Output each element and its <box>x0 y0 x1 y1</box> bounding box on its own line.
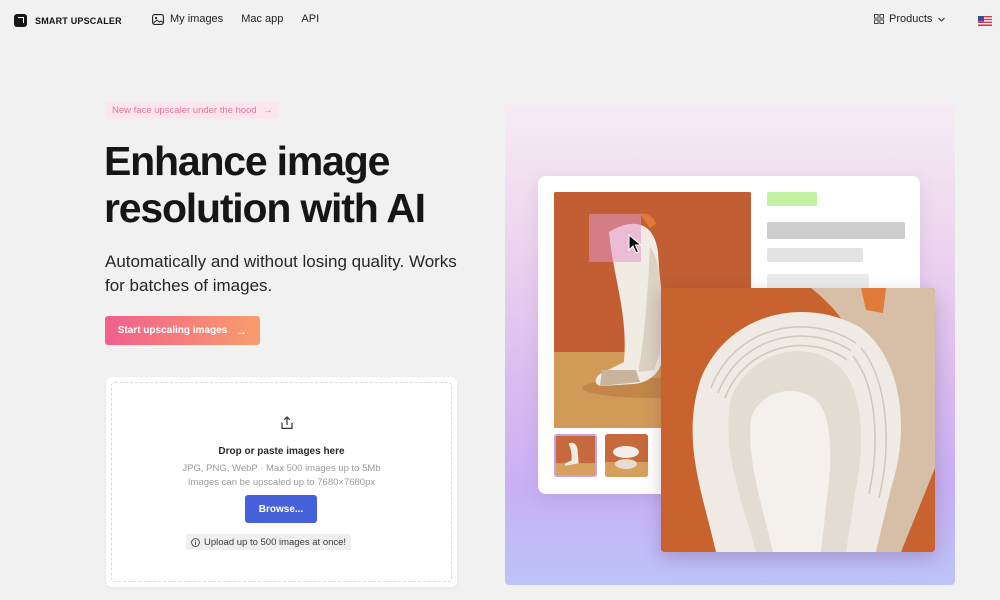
announcement-badge[interactable]: New face upscaler under the hood → <box>106 102 279 119</box>
placeholder-line <box>767 222 905 239</box>
main-nav: My images Mac app API <box>152 13 337 25</box>
cursor-icon <box>628 234 642 254</box>
upload-icon <box>281 416 293 429</box>
us-flag-icon[interactable] <box>978 16 992 26</box>
top-navigation: SMART UPSCALER My images Mac app API Pro… <box>0 0 1000 42</box>
upload-limit-text: Upload up to 500 images at once! <box>204 536 347 548</box>
thumbnail-2[interactable] <box>605 434 648 477</box>
sneaker-thumbnail-image <box>605 434 648 477</box>
browse-button[interactable]: Browse... <box>245 495 317 523</box>
nav-api[interactable]: API <box>301 13 319 25</box>
thumbnail-1[interactable] <box>554 434 597 477</box>
logo-icon <box>14 14 27 27</box>
hero-subtitle: Automatically and without losing quality… <box>105 252 457 295</box>
dropzone-title: Drop or paste images here <box>218 446 345 457</box>
products-label: Products <box>889 13 933 25</box>
placeholder-line <box>767 274 869 288</box>
start-upscaling-button[interactable]: Start upscaling images → <box>105 316 260 345</box>
nav-label-mac-app: Mac app <box>241 13 284 25</box>
upscaled-detail-photo <box>661 288 935 552</box>
badge-text: New face upscaler under the hood <box>112 105 257 116</box>
chevron-down-icon <box>938 17 946 22</box>
arrow-right-icon: → <box>262 105 273 116</box>
brand-name: SMART UPSCALER <box>35 15 122 26</box>
images-icon <box>152 13 164 25</box>
products-dropdown[interactable]: Products <box>874 13 946 25</box>
nav-my-images[interactable]: My images <box>152 13 223 25</box>
image-dropzone[interactable]: Drop or paste images here JPG, PNG, WebP… <box>111 382 452 582</box>
grid-icon <box>874 14 884 24</box>
brand-logo-link[interactable]: SMART UPSCALER <box>14 14 122 27</box>
upload-limit-note: Upload up to 500 images at once! <box>186 534 352 550</box>
dropzone-formats-hint: JPG, PNG, WebP · Max 500 images up to 5M… <box>182 463 381 474</box>
nav-label-api: API <box>301 13 320 25</box>
page-title: Enhance image resolution with AI <box>104 138 426 231</box>
cta-label: Start upscaling images <box>117 325 228 336</box>
nav-label-my-images: My images <box>170 13 224 25</box>
placeholder-tag <box>767 192 817 206</box>
upload-card: Drop or paste images here JPG, PNG, WebP… <box>106 377 457 587</box>
arrow-right-icon: → <box>235 323 248 338</box>
info-icon <box>191 537 200 547</box>
sneaker-thumbnail-image <box>556 436 595 475</box>
placeholder-line <box>767 248 863 262</box>
dropzone-size-hint: Images can be upscaled up to 7680×7680px <box>187 477 376 488</box>
nav-mac-app[interactable]: Mac app <box>241 13 283 25</box>
hero-illustration <box>505 103 955 585</box>
sneaker-closeup-image <box>661 288 935 552</box>
